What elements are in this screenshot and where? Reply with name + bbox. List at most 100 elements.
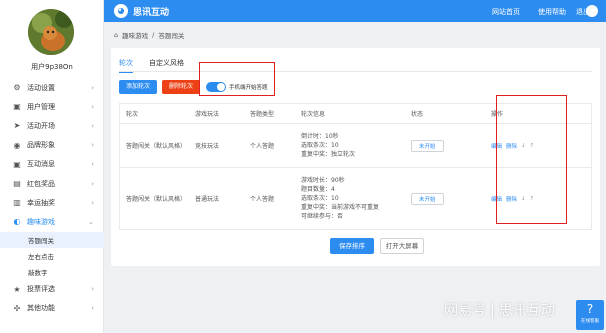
content-panel: 轮次 自定义风格 添加轮次 删除轮次 手机端开始答题 轮次 游戏玩法 答题类型 … <box>111 48 600 266</box>
watermark-right: 思讯互动 <box>498 303 555 319</box>
chevron-right-icon: › <box>91 102 94 111</box>
chevron-right-icon: › <box>91 121 94 130</box>
sidebar-item-label: 红包奖品 <box>27 179 55 188</box>
watermark-left: 网易号 <box>444 303 486 319</box>
username: 用户9p38On <box>31 63 73 71</box>
column-header: 轮次信息 <box>301 111 326 118</box>
sidebar-item-brand-image[interactable]: ◉ 品牌形象 › <box>0 136 104 155</box>
info-line: 选取条次：10 <box>301 195 339 202</box>
avatar-photo-icon <box>28 9 74 55</box>
dice-icon: ▥ <box>13 198 21 208</box>
sidebar-item-label: 幸运抽奖 <box>27 198 55 207</box>
mobile-start-toggle[interactable] <box>206 82 226 92</box>
info-line: 倒计时：10秒 <box>301 133 339 140</box>
answer-type: 个人答题 <box>250 143 275 150</box>
info-line: 重复中奖：当前游戏不可重复 <box>301 204 380 211</box>
answer-type: 个人答题 <box>250 196 275 203</box>
round-name: 答题闯关（默认风格） <box>126 196 187 203</box>
info-line: 可继续参与：否 <box>301 213 344 220</box>
add-round-button[interactable]: 添加轮次 <box>119 80 157 94</box>
breadcrumb: ⌂ 趣味游戏 / 答题闯关 <box>114 30 184 40</box>
sidebar-item-label: 活动设置 <box>27 83 55 92</box>
save-order-button[interactable]: 保存排序 <box>330 238 374 254</box>
sidebar-item-lottery[interactable]: ▥ 幸运抽奖 › <box>0 193 104 212</box>
chevron-right-icon: › <box>91 83 94 92</box>
info-line: 题目数量：4 <box>301 186 335 193</box>
sidebar-subitem-left-right[interactable]: 左右点击 <box>0 248 104 264</box>
sidebar-item-user-management[interactable]: ▣ 用户管理 › <box>0 97 104 116</box>
info-line: 游戏时长：90秒 <box>301 177 345 184</box>
sidebar-item-label: 用户管理 <box>27 102 55 111</box>
chevron-right-icon: › <box>91 160 94 169</box>
watermark-separator: | <box>490 303 495 319</box>
topbar: ◕ 思讯互动 网站首页 使用帮助 退出 <box>104 0 606 22</box>
game-mode: 竞技玩法 <box>195 143 220 150</box>
column-header: 状态 <box>411 111 424 118</box>
round-info: 游戏时长：90秒 题目数量：4 选取条次：10 重复中奖：当前游戏不可重复 可继… <box>301 168 411 229</box>
sidebar-item-red-packets[interactable]: ▤ 红包奖品 › <box>0 174 104 193</box>
lock-icon: ▣ <box>13 102 21 112</box>
chevron-right-icon: › <box>91 198 94 207</box>
send-icon: ➤ <box>13 121 21 131</box>
status-badge[interactable]: 未开始 <box>411 139 444 152</box>
chat-icon: ▣ <box>13 159 21 169</box>
star-icon: ★ <box>13 284 21 294</box>
chevron-right-icon: › <box>91 141 94 150</box>
breadcrumb-item-current: 答题闯关 <box>158 32 185 40</box>
sidebar: 用户9p38On ⚙ 活动设置 › ▣ 用户管理 › ➤ 活动开场 › ◉ 品牌… <box>0 0 104 333</box>
sidebar-item-label: 趣味游戏 <box>27 217 55 226</box>
delete-round-button[interactable]: 删除轮次 <box>162 80 200 94</box>
badge-icon: ◉ <box>13 140 21 150</box>
user-icon[interactable] <box>586 5 598 17</box>
column-header: 答题类型 <box>250 111 275 118</box>
info-line: 选取条次：10 <box>301 142 339 149</box>
sidebar-item-label: 投票评选 <box>27 285 55 294</box>
open-big-screen-button[interactable]: 打开大屏幕 <box>380 238 424 254</box>
gift-icon: ▤ <box>13 179 21 189</box>
highlight-box-operations <box>496 95 567 224</box>
sidebar-subitem-quiz[interactable]: 答题闯关 <box>0 231 104 248</box>
status-badge[interactable]: 未开始 <box>411 192 444 205</box>
logo-icon: ◕ <box>114 4 128 18</box>
more-icon: ✣ <box>13 303 21 313</box>
chevron-right-icon: › <box>91 179 94 188</box>
info-line: 重复中奖：独立轮次 <box>301 151 356 158</box>
breadcrumb-item[interactable]: 趣味游戏 <box>122 30 148 40</box>
status-cell: 未开始 <box>411 124 486 167</box>
sidebar-subitem-number[interactable]: 敲数字 <box>0 264 104 280</box>
watermark: 网易号 | 思讯互动 <box>444 300 555 320</box>
chevron-right-icon: › <box>91 304 94 313</box>
sidebar-item-label: 活动开场 <box>27 121 55 130</box>
round-name: 答题闯关（默认风格） <box>126 143 187 150</box>
breadcrumb-separator: / <box>152 31 155 39</box>
sidebar-item-activity-opening[interactable]: ➤ 活动开场 › <box>0 116 104 135</box>
help-link[interactable]: 使用帮助 <box>538 7 566 17</box>
sidebar-menu: ⚙ 活动设置 › ▣ 用户管理 › ➤ 活动开场 › ◉ 品牌形象 › ▣ 互动… <box>0 78 104 318</box>
sidebar-item-label: 其他功能 <box>27 304 55 313</box>
question-icon: ? <box>586 302 594 316</box>
status-cell: 未开始 <box>411 168 486 229</box>
online-service-button[interactable]: ? 在线客服 <box>576 300 604 330</box>
toggle-label: 手机端开始答题 <box>229 85 268 91</box>
online-service-label: 在线客服 <box>581 319 599 324</box>
column-header: 轮次 <box>126 111 139 118</box>
sidebar-item-activity-settings[interactable]: ⚙ 活动设置 › <box>0 78 104 97</box>
brand-name: 思讯互动 <box>133 8 170 18</box>
home-icon: ⌂ <box>114 31 119 39</box>
chevron-right-icon: › <box>91 285 94 294</box>
chevron-down-icon: ⌄ <box>88 217 94 226</box>
game-mode: 普通玩法 <box>195 196 220 203</box>
sidebar-item-other[interactable]: ✣ 其他功能 › <box>0 299 104 318</box>
column-header: 游戏玩法 <box>195 111 220 118</box>
sidebar-item-games[interactable]: ◐ 趣味游戏 ⌄ <box>0 212 104 231</box>
sidebar-item-messages[interactable]: ▣ 互动消息 › <box>0 155 104 174</box>
sidebar-item-label: 品牌形象 <box>27 141 55 150</box>
gear-icon: ⚙ <box>13 83 21 93</box>
sidebar-item-voting[interactable]: ★ 投票评选 › <box>0 280 104 299</box>
round-info: 倒计时：10秒 选取条次：10 重复中奖：独立轮次 <box>301 124 411 167</box>
game-icon: ◐ <box>13 217 21 227</box>
tab-divider <box>119 71 592 72</box>
avatar[interactable] <box>28 9 74 55</box>
home-link[interactable]: 网站首页 <box>492 7 520 17</box>
sidebar-item-label: 互动消息 <box>27 160 55 169</box>
